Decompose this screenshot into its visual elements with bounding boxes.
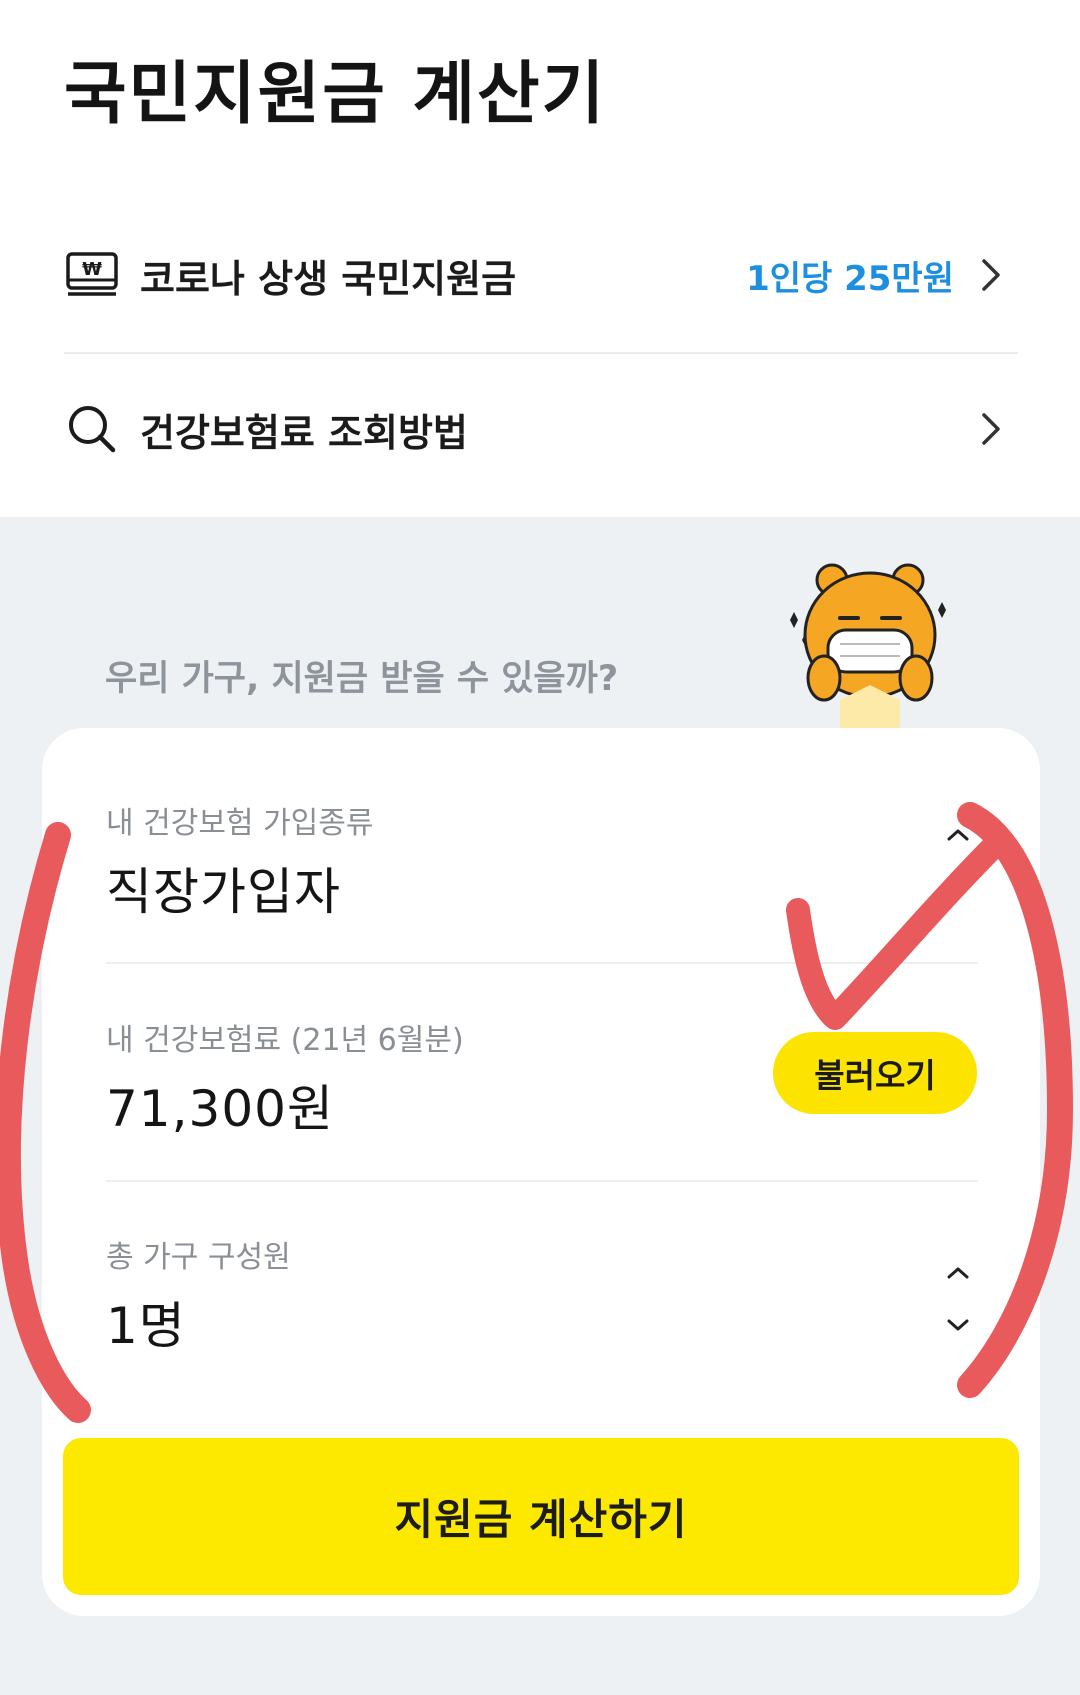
select-stepper-icon [938,828,978,894]
search-icon [64,401,120,457]
divider [106,1180,978,1182]
support-fund-info-row[interactable]: ₩ 코로나 상생 국민지원금 1인당 25만원 [64,220,1020,330]
household-label: 총 가구 구성원 [106,1240,291,1275]
insurance-type-label: 내 건강보험 가입종류 [106,806,374,841]
chevron-right-icon [976,255,1006,295]
won-banknote-icon: ₩ [64,247,120,303]
svg-text:₩: ₩ [82,259,102,280]
household-value: 1명 [106,1297,186,1355]
premium-lookup-label: 건강보험료 조회방법 [140,410,468,455]
divider [106,962,978,964]
divider [64,352,1018,354]
support-fund-label: 코로나 상생 국민지원금 [140,256,517,301]
chevron-right-icon [976,409,1006,449]
calculate-support-button[interactable]: 지원금 계산하기 [63,1438,1019,1595]
load-premium-button[interactable]: 불러오기 [773,1032,977,1114]
page-title: 국민지원금 계산기 [64,55,607,134]
section-question: 우리 가구, 지원금 받을 수 있을까? [105,659,619,699]
household-size-select[interactable]: 총 가구 구성원 1명 [106,1232,978,1358]
premium-lookup-guide-row[interactable]: 건강보험료 조회방법 [64,374,1020,484]
bear-mascot-icon [790,563,946,730]
per-person-amount: 1인당 25만원 [746,258,954,299]
select-stepper-icon [938,1266,978,1332]
insurance-type-value: 직장가입자 [106,863,341,921]
insurance-type-select[interactable]: 내 건강보험 가입종류 직장가입자 [106,798,978,924]
